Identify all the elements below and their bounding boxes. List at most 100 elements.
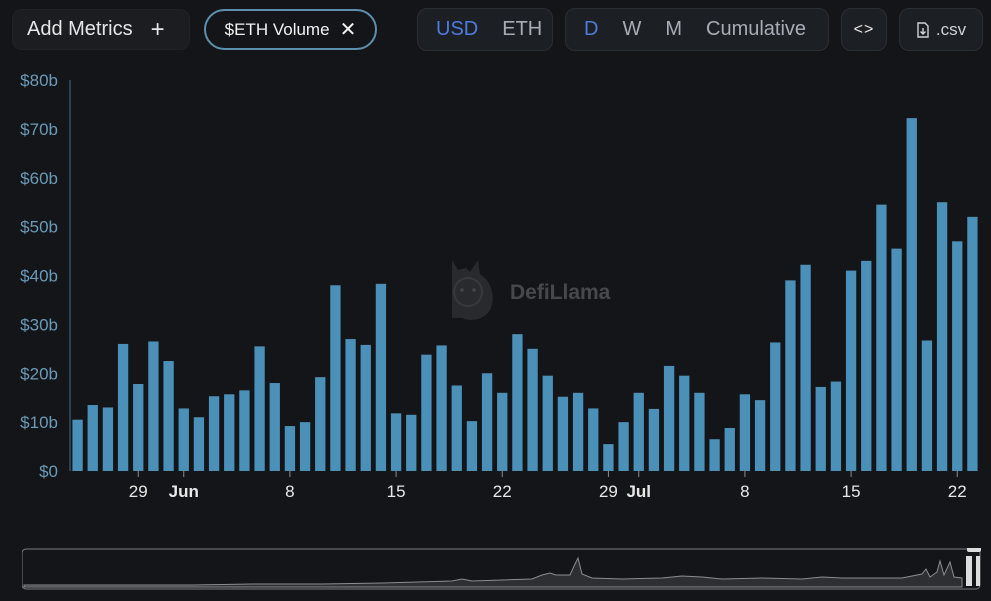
bar[interactable] (588, 408, 599, 471)
period-toggle: D W M Cumulative (565, 8, 829, 51)
bar[interactable] (481, 373, 493, 471)
bar[interactable] (284, 426, 296, 471)
bar[interactable] (102, 407, 114, 471)
y-tick-label: $80b (20, 71, 58, 90)
x-axis: 29 Jun 8 15 22 29 Jul 8 15 22 (129, 471, 967, 501)
bar[interactable] (830, 381, 842, 471)
period-option-cumulative[interactable]: Cumulative (694, 18, 818, 41)
period-option-weekly[interactable]: W (610, 18, 653, 41)
currency-option-eth[interactable]: ETH (490, 18, 554, 41)
bar[interactable] (785, 280, 796, 471)
bar[interactable] (436, 345, 447, 471)
bar[interactable] (421, 354, 432, 471)
x-tick-label: Jul (626, 482, 651, 501)
bar[interactable] (921, 340, 933, 472)
embed-button[interactable]: <> (841, 8, 887, 51)
bar[interactable] (679, 375, 690, 471)
bar[interactable] (906, 118, 917, 471)
bar[interactable] (375, 283, 387, 471)
bar[interactable] (952, 241, 963, 471)
y-tick-label: $0 (39, 462, 58, 481)
bar[interactable] (330, 285, 341, 471)
watermark: DefiLlama (452, 260, 611, 320)
watermark-text: DefiLlama (510, 281, 611, 304)
x-tick-label: 22 (493, 482, 512, 501)
bar[interactable] (618, 422, 629, 472)
bar[interactable] (663, 365, 675, 471)
bar[interactable] (224, 394, 235, 471)
bar[interactable] (451, 385, 462, 471)
bar[interactable] (861, 260, 872, 471)
bar[interactable] (603, 444, 614, 471)
bar[interactable] (406, 414, 417, 471)
y-tick-label: $60b (20, 169, 58, 188)
bar[interactable] (87, 405, 98, 471)
bar[interactable] (815, 386, 826, 471)
brush-grip-icon[interactable] (967, 544, 981, 552)
y-tick-label: $10b (20, 413, 58, 432)
y-tick-label: $70b (20, 120, 58, 139)
bar[interactable] (709, 439, 720, 471)
bar[interactable] (845, 270, 857, 471)
bar[interactable] (148, 341, 159, 471)
bar[interactable] (239, 390, 250, 471)
bar[interactable] (739, 394, 751, 471)
bar[interactable] (754, 400, 766, 471)
bar[interactable] (72, 419, 83, 471)
y-tick-label: $30b (20, 315, 58, 334)
bar[interactable] (542, 375, 553, 471)
bar[interactable] (345, 339, 356, 471)
bar-chart-svg: DefiLlama $0 $10b $20b $30b $40b $50b $60b $70b… (20, 71, 978, 501)
bar[interactable] (557, 396, 569, 471)
x-tick-label: 8 (285, 482, 294, 501)
bar[interactable] (936, 202, 948, 471)
period-option-daily[interactable]: D (572, 18, 610, 41)
period-option-monthly[interactable]: M (653, 18, 694, 41)
bar[interactable] (572, 392, 584, 471)
x-tick-label: 8 (740, 482, 749, 501)
bar[interactable] (770, 342, 781, 471)
bar[interactable] (193, 417, 205, 471)
brush-handle-right[interactable] (976, 556, 980, 586)
bar[interactable] (390, 413, 402, 471)
bar[interactable] (117, 343, 129, 471)
plus-icon: + (150, 15, 165, 43)
bar[interactable] (633, 392, 644, 471)
range-brush[interactable] (21, 544, 982, 592)
bar[interactable] (497, 392, 508, 471)
bar[interactable] (800, 264, 811, 471)
bar[interactable] (269, 383, 280, 471)
csv-label: .csv (935, 19, 967, 39)
y-tick-label: $40b (20, 267, 58, 286)
download-csv-button[interactable]: .csv (899, 8, 983, 51)
metric-chip-eth-volume[interactable]: $ETH Volume ✕ (204, 9, 377, 50)
bar[interactable] (360, 344, 371, 471)
x-tick-label: 15 (842, 482, 861, 501)
bar[interactable] (299, 422, 311, 472)
bar[interactable] (178, 408, 189, 471)
metric-chip-label: $ETH Volume (224, 19, 330, 39)
range-brush-svg (21, 544, 981, 590)
bar[interactable] (315, 377, 326, 471)
bar[interactable] (648, 408, 660, 471)
bar[interactable] (876, 204, 887, 471)
chart-toolbar: Add Metrics + $ETH Volume ✕ USD ETH D W … (0, 0, 991, 62)
bar[interactable] (254, 346, 265, 471)
bar[interactable] (512, 334, 523, 471)
bar[interactable] (694, 392, 705, 471)
add-metrics-button[interactable]: Add Metrics + (12, 9, 190, 50)
bar[interactable] (527, 348, 538, 471)
bar[interactable] (163, 361, 174, 471)
bar[interactable] (724, 427, 735, 471)
bar[interactable] (967, 216, 978, 471)
bar[interactable] (208, 396, 220, 471)
currency-option-usd[interactable]: USD (424, 18, 490, 41)
y-axis: $0 $10b $20b $30b $40b $50b $60b $70b $80b (20, 71, 71, 481)
bar[interactable] (891, 248, 902, 471)
close-icon[interactable]: ✕ (340, 20, 357, 40)
x-tick-label: Jun (169, 482, 199, 501)
bar[interactable] (466, 421, 478, 471)
bar[interactable] (133, 384, 144, 471)
llama-logo-icon (452, 260, 493, 320)
brush-handle-left[interactable] (966, 556, 972, 586)
